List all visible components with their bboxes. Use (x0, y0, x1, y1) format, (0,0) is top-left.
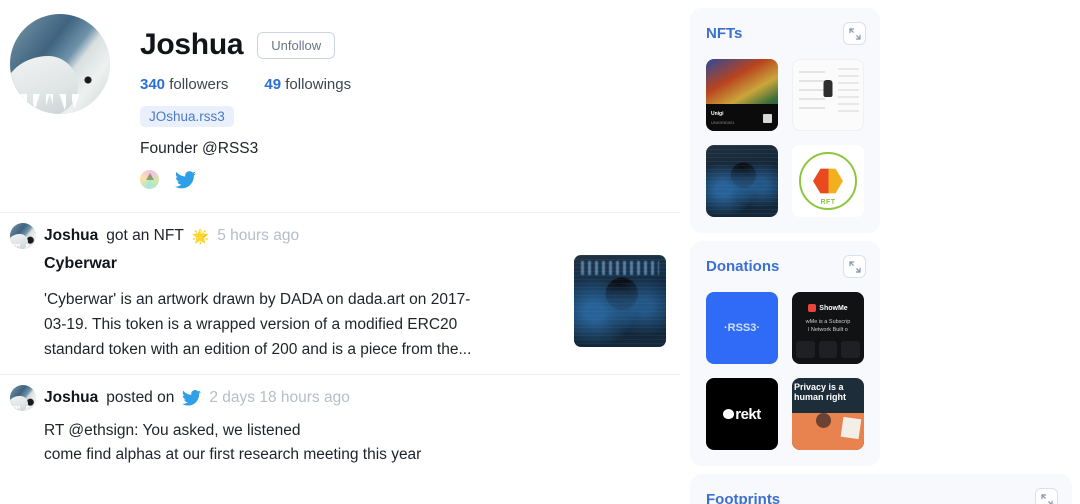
sign-icon (840, 417, 862, 440)
sparkle-icon: 🌟 (191, 227, 210, 244)
wallet-icon[interactable] (140, 170, 159, 189)
donation-tile-rss3[interactable]: ·RSS3· (706, 292, 778, 364)
donation-tile-label: ·RSS3· (723, 322, 761, 334)
unfollow-button[interactable]: Unfollow (257, 31, 336, 59)
shark-avatar-icon (10, 14, 110, 114)
donation-tile-label: rekt (735, 405, 761, 423)
donation-tile-showme[interactable]: ShowMe wMe is a Subscrip l Network Built… (792, 292, 864, 364)
profile-stats: 340 followers 49 followings (140, 76, 351, 93)
sidebar: NFTs Unigi UNIGRID001 RFT Donations ·RSS… (680, 0, 1080, 504)
frog-icon (723, 409, 735, 419)
showme-line1: wMe is a Subscrip (805, 319, 851, 326)
twitter-icon[interactable] (175, 170, 196, 189)
nfts-panel-title: NFTs (706, 25, 743, 42)
feed-avatar[interactable] (10, 223, 36, 249)
nft-grid: Unigi UNIGRID001 RFT (706, 59, 866, 217)
nft-tile-document[interactable] (792, 59, 864, 131)
followings-count: 49 (264, 76, 282, 93)
footprints-panel: Footprints Erica Thank You (690, 474, 1072, 504)
feed-action: posted on (106, 389, 175, 406)
followings-stat[interactable]: 49 followings (264, 76, 351, 93)
nft-tile-sublabel: UNIGRID001 (711, 120, 735, 125)
panel-header: NFTs (706, 22, 866, 45)
showme-icon (808, 304, 817, 313)
nft-tile-rft[interactable]: RFT (792, 145, 864, 217)
feed-text-block: Cyberwar 'Cyberwar' is an artwork drawn … (44, 255, 560, 362)
profile-page: Joshua Unfollow 340 followers 49 followi… (0, 0, 1080, 504)
rft-logo-icon: RFT (799, 152, 857, 210)
feed-header: Joshua got an NFT 🌟 5 hours ago (10, 223, 666, 249)
showme-line2: l Network Built o (808, 327, 848, 334)
qr-icon (763, 114, 772, 123)
name-row: Joshua Unfollow (140, 28, 351, 62)
feed-action: got an NFT (106, 227, 184, 244)
feed-avatar[interactable] (10, 385, 36, 411)
followers-count: 340 (140, 76, 166, 93)
donation-grid: ·RSS3· ShowMe wMe is a Subscrip l Networ… (706, 292, 866, 450)
feed-item-tweet[interactable]: Joshua posted on 2 days 18 hours ago RT … (0, 375, 680, 479)
followings-label: followings (285, 76, 352, 93)
followers-label: followers (169, 76, 229, 93)
panel-header: Footprints (706, 488, 1058, 504)
donation-tile-label: Privacy is a human right (794, 382, 846, 402)
showme-cards (796, 341, 861, 358)
rss3-handle-badge[interactable]: JOshua.rss3 (140, 106, 234, 127)
footprints-panel-title: Footprints (706, 491, 781, 504)
showme-logo: ShowMe (792, 304, 864, 313)
donations-panel-title: Donations (706, 258, 780, 275)
cyberwar-nft-image[interactable] (574, 255, 666, 347)
profile-avatar[interactable] (10, 14, 110, 114)
twitter-icon (182, 390, 202, 406)
donation-tile-privacy[interactable]: Privacy is a human right (792, 378, 864, 450)
shark-avatar-icon (10, 223, 36, 249)
expand-icon[interactable] (843, 22, 866, 45)
profile-info: Joshua Unfollow 340 followers 49 followi… (110, 14, 351, 212)
donations-panel: Donations ·RSS3· ShowMe wMe is a Subscri… (690, 241, 880, 466)
hex-icon (813, 168, 843, 194)
nft-title: Cyberwar (44, 255, 117, 272)
feed-author[interactable]: Joshua (44, 227, 98, 245)
nft-tile-unigrid[interactable]: Unigi UNIGRID001 (706, 59, 778, 131)
main-column: Joshua Unfollow 340 followers 49 followi… (0, 0, 680, 504)
social-links (140, 170, 351, 189)
profile-header: Joshua Unfollow 340 followers 49 followi… (0, 0, 680, 212)
profile-bio: Founder @RSS3 (140, 140, 259, 157)
page-title: Joshua (140, 28, 244, 61)
tweet-line-1: RT @ethsign: You asked, we listened (44, 422, 301, 439)
tweet-line-2: come find alphas at our first research m… (44, 446, 422, 463)
feed-item-nft[interactable]: Joshua got an NFT 🌟 5 hours ago Cyberwar… (0, 213, 680, 374)
panel-header: Donations (706, 255, 866, 278)
feed-timestamp: 5 hours ago (217, 227, 300, 244)
donation-tile-label: ShowMe (819, 304, 848, 312)
bottle-icon (823, 79, 833, 97)
nft-tile-label: Unigi (711, 111, 724, 117)
donation-tile-rekt[interactable]: rekt (706, 378, 778, 450)
nft-description: 'Cyberwar' is an artwork drawn by DADA o… (44, 291, 472, 358)
feed-author[interactable]: Joshua (44, 389, 98, 407)
followers-stat[interactable]: 340 followers (140, 76, 228, 93)
expand-icon[interactable] (843, 255, 866, 278)
nft-tile-cyberwar[interactable] (706, 145, 778, 217)
feed-timestamp: 2 days 18 hours ago (209, 389, 350, 406)
nfts-panel: NFTs Unigi UNIGRID001 RFT (690, 8, 880, 233)
shark-avatar-icon (10, 385, 36, 411)
expand-icon[interactable] (1035, 488, 1058, 504)
nft-tile-label: RFT (820, 199, 836, 206)
feed-header: Joshua posted on 2 days 18 hours ago (10, 385, 666, 411)
feed-body: Cyberwar 'Cyberwar' is an artwork drawn … (10, 249, 666, 362)
